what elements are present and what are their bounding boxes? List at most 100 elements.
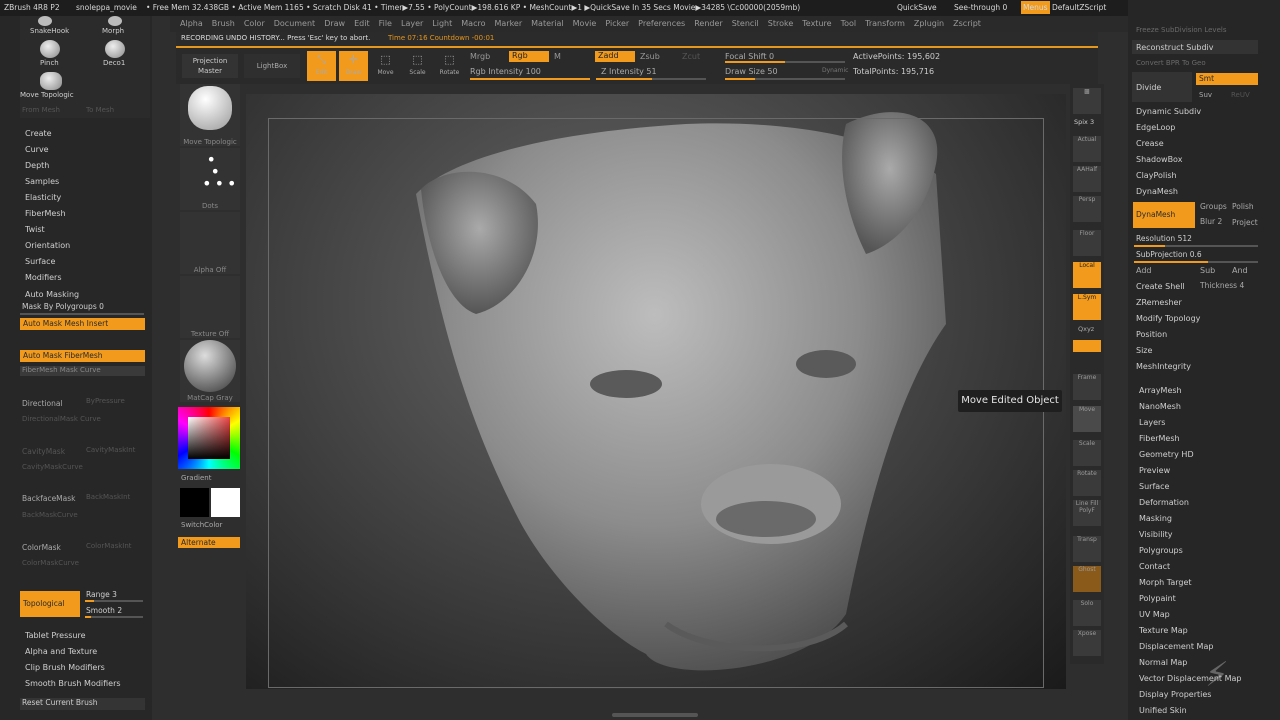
color-picker-square[interactable] — [188, 417, 230, 459]
meshintegrity-subpalette[interactable]: MeshIntegrity — [1136, 362, 1191, 371]
polypaint-subpalette[interactable]: Polypaint — [1139, 594, 1176, 603]
texture-thumbnail[interactable]: Texture Off — [180, 276, 240, 338]
move-button[interactable]: Move — [1073, 406, 1101, 432]
backmask-curve[interactable]: BackMaskCurve — [22, 511, 78, 519]
auto-mask-mesh-insert-toggle[interactable]: Auto Mask Mesh Insert — [20, 318, 145, 330]
reset-current-brush-button[interactable]: Reset Current Brush — [20, 698, 145, 710]
project-toggle[interactable]: Project — [1232, 218, 1258, 227]
zcut-button[interactable]: Zcut — [682, 52, 700, 61]
reconstruct-subdiv-button[interactable]: Reconstruct Subdiv — [1136, 43, 1214, 52]
polyf-button[interactable]: Line Fill PolyF — [1073, 500, 1101, 526]
fibermesh-tool-subpalette[interactable]: FiberMesh — [1139, 434, 1180, 443]
add-button[interactable]: Add — [1136, 266, 1152, 275]
auto-masking-subpalette[interactable]: Auto Masking — [25, 290, 79, 299]
fibermesh-mask-curve[interactable]: FiberMesh Mask Curve — [20, 366, 145, 376]
rgb-intensity-track[interactable] — [470, 78, 590, 80]
draw-size-track[interactable] — [725, 78, 845, 80]
lsym-button[interactable]: L.Sym — [1073, 294, 1101, 320]
menu-edit[interactable]: Edit — [354, 16, 370, 32]
create-subpalette[interactable]: Create — [25, 129, 52, 138]
dynamesh-button[interactable]: DynaMesh — [1133, 202, 1195, 228]
xyz-toggle[interactable] — [1073, 340, 1101, 352]
qxyz-label[interactable]: Qxyz — [1078, 325, 1094, 333]
floor-button[interactable]: Floor — [1073, 230, 1101, 256]
material-thumbnail[interactable]: MatCap Gray — [180, 340, 240, 402]
divide-button[interactable]: Divide — [1132, 72, 1192, 102]
m-button[interactable]: M — [554, 52, 561, 61]
smooth-slider[interactable]: Smooth 2 — [86, 606, 122, 615]
menu-render[interactable]: Render — [694, 16, 722, 32]
edit-button[interactable]: ⤡ Edit — [307, 51, 336, 81]
clip-brush-modifiers-subpalette[interactable]: Clip Brush Modifiers — [25, 663, 105, 672]
menu-tool[interactable]: Tool — [841, 16, 857, 32]
scale-button[interactable]: ⬚ Scale — [403, 51, 432, 81]
color-mask-int-slider[interactable]: ColorMaskInt — [86, 542, 132, 550]
pinch-brush-icon[interactable] — [40, 40, 60, 58]
snakehook-brush-icon[interactable] — [38, 16, 52, 26]
from-mesh-button[interactable]: From Mesh — [22, 106, 60, 114]
directional-mask-curve[interactable]: DirectionalMask Curve — [22, 415, 101, 423]
quicksave-button[interactable]: QuickSave — [897, 3, 937, 12]
menu-macro[interactable]: Macro — [461, 16, 485, 32]
mrgb-button[interactable]: Mrgb — [470, 52, 490, 61]
draw-button[interactable]: ✛ Draw — [339, 51, 368, 81]
menu-preferences[interactable]: Preferences — [638, 16, 685, 32]
current-brush-thumbnail[interactable]: Move Topologic — [180, 84, 240, 146]
reuv-button[interactable]: ReUV — [1231, 91, 1250, 99]
menu-stroke[interactable]: Stroke — [768, 16, 794, 32]
dynamic-toggle[interactable]: Dynamic — [822, 67, 848, 74]
menu-material[interactable]: Material — [531, 16, 564, 32]
color-mask-toggle[interactable]: ColorMask — [22, 543, 61, 552]
menu-color[interactable]: Color — [244, 16, 265, 32]
depth-subpalette[interactable]: Depth — [25, 161, 49, 170]
local-button[interactable]: Local — [1073, 262, 1101, 288]
directional-toggle[interactable]: Directional — [22, 399, 63, 408]
mask-by-polygroups-slider[interactable]: Mask By Polygroups 0 — [22, 302, 104, 311]
focal-shift-track[interactable] — [725, 61, 845, 63]
suv-toggle[interactable]: Suv — [1199, 91, 1212, 99]
projection-master-button[interactable]: Projection Master — [182, 54, 238, 78]
zadd-button[interactable]: Zadd — [595, 51, 635, 62]
visibility-subpalette[interactable]: Visibility — [1139, 530, 1173, 539]
groups-toggle[interactable]: Groups — [1200, 202, 1227, 211]
position-subpalette[interactable]: Position — [1136, 330, 1167, 339]
z-intensity-track[interactable] — [596, 78, 706, 80]
alternate-toggle[interactable]: Alternate — [178, 537, 240, 548]
secondary-color-swatch[interactable] — [211, 488, 240, 517]
polygroups-subpalette[interactable]: Polygroups — [1139, 546, 1183, 555]
convert-bpr-button[interactable]: Convert BPR To Geo — [1136, 59, 1206, 67]
cavity-mask-curve[interactable]: CavityMaskCurve — [22, 463, 83, 471]
rgb-button[interactable]: Rgb — [509, 51, 549, 62]
size-subpalette[interactable]: Size — [1136, 346, 1152, 355]
geometry-hd-subpalette[interactable]: Geometry HD — [1139, 450, 1194, 459]
modifiers-subpalette[interactable]: Modifiers — [25, 273, 62, 282]
deformation-subpalette[interactable]: Deformation — [1139, 498, 1189, 507]
menu-zscript[interactable]: Zscript — [953, 16, 981, 32]
ghost-button[interactable]: Ghost — [1073, 566, 1101, 592]
subprojection-slider[interactable]: SubProjection 0.6 — [1136, 250, 1202, 259]
nanomesh-subpalette[interactable]: NanoMesh — [1139, 402, 1181, 411]
move-button[interactable]: ⬚ Move — [371, 51, 400, 81]
menu-picker[interactable]: Picker — [605, 16, 629, 32]
curve-subpalette[interactable]: Curve — [25, 145, 49, 154]
cavity-mask-int-slider[interactable]: CavityMaskInt — [86, 446, 135, 454]
deco1-brush-icon[interactable] — [105, 40, 125, 58]
draw-size-slider[interactable]: Draw Size 50 — [725, 67, 778, 76]
sub-button[interactable]: Sub — [1200, 266, 1215, 275]
morph-target-subpalette[interactable]: Morph Target — [1139, 578, 1192, 587]
tablet-pressure-subpalette[interactable]: Tablet Pressure — [25, 631, 86, 640]
rgb-intensity-slider[interactable]: Rgb Intensity 100 — [470, 67, 541, 76]
lightbox-button[interactable]: LightBox — [244, 54, 300, 78]
focal-shift-slider[interactable]: Focal Shift 0 — [725, 52, 774, 61]
zscript-button[interactable]: DefaultZScript — [1052, 3, 1106, 12]
edgeloop-subpalette[interactable]: EdgeLoop — [1136, 123, 1175, 132]
z-intensity-slider[interactable]: Z Intensity 51 — [601, 67, 657, 76]
transp-button[interactable]: Transp — [1073, 536, 1101, 562]
canvas-scroll-handle[interactable] — [612, 713, 698, 717]
rotate-button[interactable]: Rotate — [1073, 470, 1101, 496]
orientation-subpalette[interactable]: Orientation — [25, 241, 70, 250]
cavity-mask-toggle[interactable]: CavityMask — [22, 447, 65, 456]
smooth-brush-modifiers-subpalette[interactable]: Smooth Brush Modifiers — [25, 679, 121, 688]
subprojection-track[interactable] — [1134, 261, 1258, 263]
masking-subpalette[interactable]: Masking — [1139, 514, 1172, 523]
